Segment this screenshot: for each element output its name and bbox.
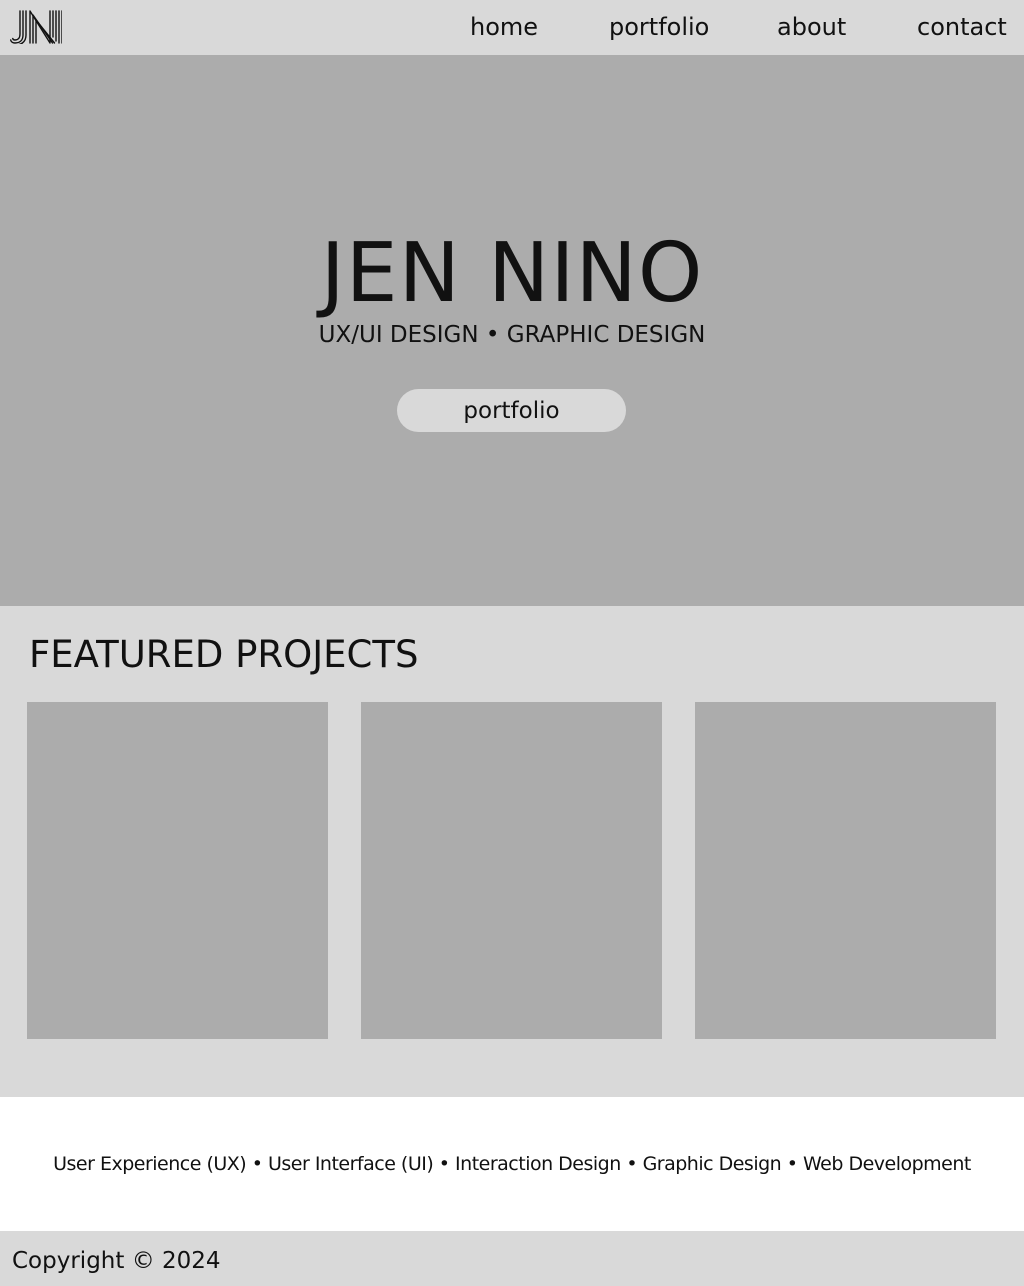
jn-monogram-logo[interactable] <box>10 10 62 44</box>
nav-about-link[interactable]: about <box>777 12 846 42</box>
hero-subtitle: UX/UI DESIGN • GRAPHIC DESIGN <box>318 322 706 348</box>
hero-title: JEN NINO <box>320 226 704 321</box>
featured-projects-title: FEATURED PROJECTS <box>29 633 419 676</box>
featured-projects-section: FEATURED PROJECTS <box>0 606 1024 1097</box>
skills-list: User Experience (UX) • User Interface (U… <box>53 1153 971 1175</box>
project-card-2[interactable] <box>361 702 662 1039</box>
hero-section: JEN NINO UX/UI DESIGN • GRAPHIC DESIGN p… <box>0 55 1024 606</box>
skills-section: User Experience (UX) • User Interface (U… <box>0 1097 1024 1231</box>
portfolio-button[interactable]: portfolio <box>397 389 626 432</box>
site-header: home portfolio about contact <box>0 0 1024 55</box>
nav-home-link[interactable]: home <box>470 12 538 42</box>
nav-contact-link[interactable]: contact <box>917 12 1007 42</box>
site-footer: Copyright © 2024 <box>0 1231 1024 1286</box>
copyright-text: Copyright © 2024 <box>12 1248 221 1274</box>
project-card-1[interactable] <box>27 702 328 1039</box>
nav-portfolio-link[interactable]: portfolio <box>609 12 709 42</box>
project-card-3[interactable] <box>695 702 996 1039</box>
